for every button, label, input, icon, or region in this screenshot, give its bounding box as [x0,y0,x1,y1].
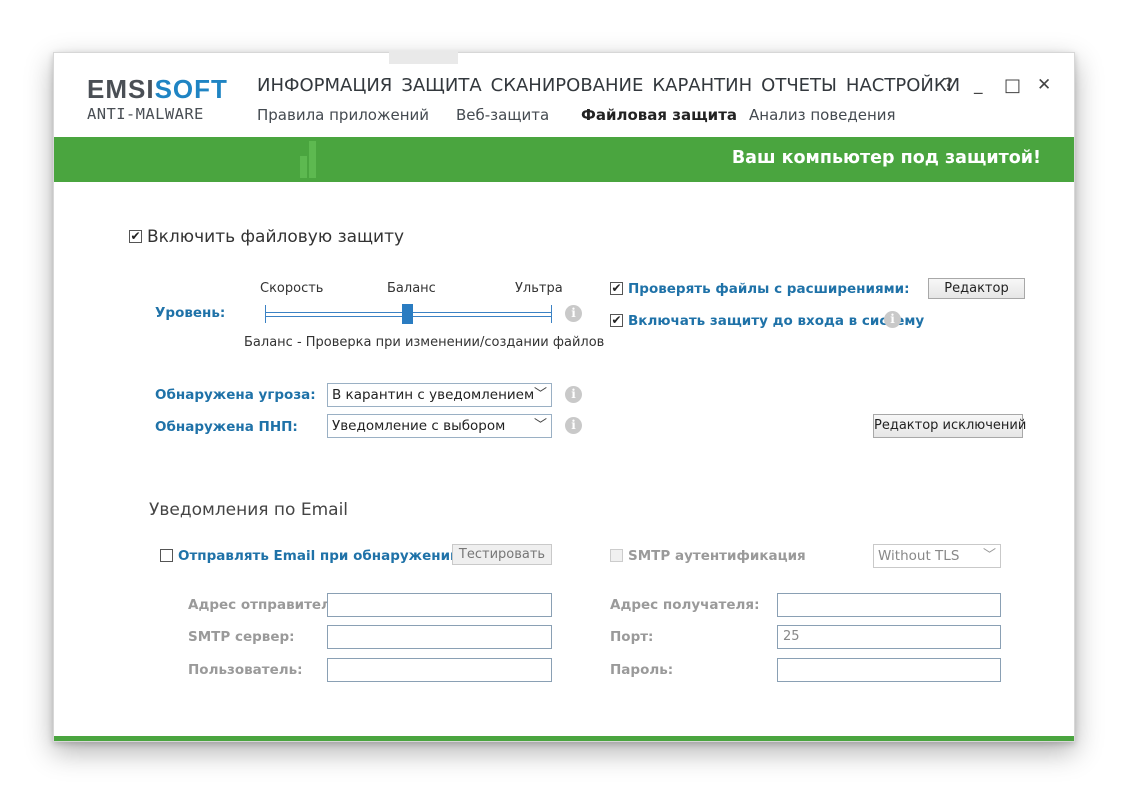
pup-action-select[interactable]: Уведомление с выбором ﹀ [327,414,552,438]
email-section-title: Уведомления по Email [149,500,349,520]
threat-action-value: В карантин с уведомлением [332,387,535,403]
level-speed-label: Скорость [260,281,324,296]
level-info-icon[interactable]: i [565,305,582,322]
slider-end-left [265,305,266,323]
username-input[interactable] [327,658,552,682]
username-label: Пользователь: [188,662,303,678]
close-icon[interactable]: ✕ [1037,75,1051,95]
level-description: Баланс - Проверка при изменении/создании… [244,335,605,350]
password-label: Пароль: [610,662,674,678]
exclusions-editor-button[interactable]: Редактор исключений [873,414,1026,438]
nav-settings[interactable]: НАСТРОЙКИ [846,75,960,96]
subnav-behavior-analysis[interactable]: Анализ поведения [749,106,896,124]
tls-value: Without TLS [878,548,960,564]
tls-select[interactable]: Without TLS ﹀ [873,544,1001,568]
level-slider-thumb[interactable] [402,304,413,324]
port-label: Порт: [610,629,654,645]
window-drag-tab[interactable] [389,51,458,64]
slider-end-right [551,305,552,323]
chevron-down-icon: ﹀ [982,548,996,563]
pup-info-icon[interactable]: i [565,417,582,434]
sender-address-label: Адрес отправителя: [188,597,346,613]
preboot-info-icon[interactable]: i [884,311,901,328]
threat-action-select[interactable]: В карантин с уведомлением ﹀ [327,383,552,407]
recipient-address-label: Адрес получателя: [610,597,760,613]
pup-detected-label: Обнаружена ПНП: [155,419,298,435]
send-email-checkbox[interactable] [160,549,173,562]
level-label: Уровень: [155,305,226,321]
port-input[interactable]: 25 [777,625,1001,649]
minimize-icon[interactable]: _ [974,75,983,95]
enable-file-protection-checkbox[interactable]: ✔ [129,230,142,243]
logo-subtitle: ANTI-MALWARE [87,105,204,123]
main-nav: ИНФОРМАЦИЯ ЗАЩИТА СКАНИРОВАНИЕ КАРАНТИН … [257,75,969,96]
sender-address-input[interactable] [327,593,552,617]
send-email-label: Отправлять Email при обнаружении [178,548,460,564]
check-extensions-label: Проверять файлы с расширениями: [628,281,910,297]
level-balance-label: Баланс [387,281,436,296]
subnav-app-rules[interactable]: Правила приложений [257,106,429,124]
chevron-down-icon: ﹀ [533,418,547,433]
preboot-protection-checkbox[interactable]: ✔ [610,314,623,327]
threat-detected-label: Обнаружена угроза: [155,387,316,403]
preboot-protection-label: Включать защиту до входа в систему [628,313,925,329]
enable-file-protection-label: Включить файловую защиту [147,227,405,247]
nav-scan[interactable]: СКАНИРОВАНИЕ [491,75,644,96]
nav-reports[interactable]: ОТЧЕТЫ [761,75,837,96]
status-bar: Ваш компьютер под защитой! [54,137,1074,182]
chevron-down-icon: ﹀ [533,387,547,402]
check-extensions-checkbox[interactable]: ✔ [610,282,623,295]
password-input[interactable] [777,658,1001,682]
recipient-address-input[interactable] [777,593,1001,617]
smtp-server-input[interactable] [327,625,552,649]
test-email-button[interactable]: Тестировать [452,544,552,565]
app-window: EMSISOFT ANTI-MALWARE ИНФОРМАЦИЯ ЗАЩИТА … [53,51,1075,742]
logo: EMSISOFT [87,74,228,104]
pup-action-value: Уведомление с выбором [332,418,506,434]
threat-info-icon[interactable]: i [565,386,582,403]
extensions-editor-button[interactable]: Редактор [928,278,1025,299]
subnav-file-protection[interactable]: Файловая защита [581,106,737,124]
maximize-icon[interactable]: □ [1004,75,1021,96]
bottom-accent-bar [54,736,1074,741]
protection-status-text: Ваш компьютер под защитой! [731,148,1041,168]
nav-info[interactable]: ИНФОРМАЦИЯ [257,75,392,96]
signal-bars-icon [300,141,318,178]
smtp-auth-label: SMTP аутентификация [628,548,806,564]
smtp-auth-checkbox[interactable] [610,549,623,562]
smtp-server-label: SMTP сервер: [188,629,295,645]
nav-quarantine[interactable]: КАРАНТИН [652,75,752,96]
nav-protection[interactable]: ЗАЩИТА [401,75,481,96]
subnav-web-protection[interactable]: Веб-защита [456,106,549,124]
level-ultra-label: Ультра [515,281,563,296]
help-icon[interactable]: ? [944,75,953,95]
